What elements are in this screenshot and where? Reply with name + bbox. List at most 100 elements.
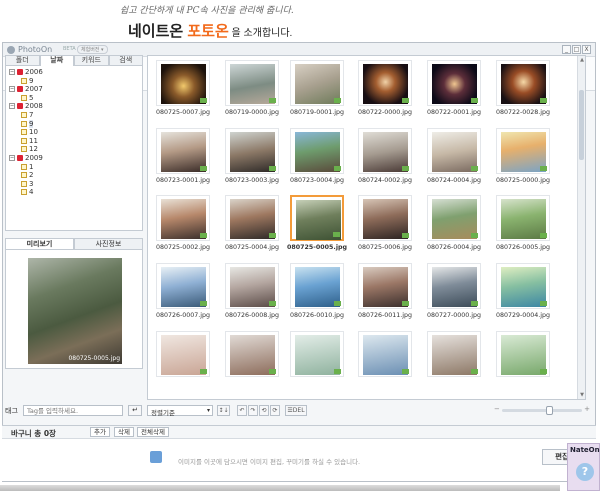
- preview-tab-1[interactable]: 사진정보: [74, 238, 143, 250]
- tree-month[interactable]: 12: [9, 145, 142, 154]
- basket-delete-button[interactable]: 삭제: [114, 427, 134, 437]
- tab-2[interactable]: 키워드: [74, 55, 109, 66]
- preview-image: [28, 258, 122, 364]
- sort-order-button[interactable]: ↕↓: [217, 405, 230, 416]
- tree-month[interactable]: 9: [9, 77, 142, 86]
- photo-thumbnail[interactable]: 080726-0005.jpg: [492, 195, 554, 261]
- photo-filename: 080725-0000.jpg: [495, 177, 551, 184]
- delete-button[interactable]: ☰DEL: [285, 405, 307, 416]
- photo-thumbnail[interactable]: 080719-0001.jpg: [286, 60, 348, 126]
- photo-thumbnail[interactable]: 080723-0003.jpg: [221, 128, 283, 194]
- basket-title: 바구니 총 0장: [11, 429, 56, 438]
- photo-thumbnail[interactable]: [286, 331, 348, 397]
- info-badge-icon: [269, 369, 276, 374]
- photo-filename: 080722-0001.jpg: [426, 109, 482, 116]
- tab-0[interactable]: 폴더: [5, 55, 40, 66]
- photo-thumbnail[interactable]: 080719-0000.jpg: [221, 60, 283, 126]
- tree-month[interactable]: 10: [9, 128, 142, 137]
- basket-clear-button[interactable]: 전체삭제: [137, 427, 169, 437]
- basket-add-button[interactable]: 추가: [90, 427, 110, 437]
- photo-thumbnail[interactable]: 080726-0007.jpg: [152, 263, 214, 329]
- photo-thumbnail[interactable]: 080722-0001.jpg: [423, 60, 485, 126]
- zoom-slider[interactable]: − +: [494, 405, 590, 415]
- undo-icon[interactable]: ⟲: [259, 405, 269, 416]
- expand-icon[interactable]: −: [9, 154, 15, 161]
- expand-icon[interactable]: −: [9, 69, 15, 75]
- tree-month[interactable]: 4: [9, 188, 142, 197]
- thumbnail-frame: [225, 128, 279, 174]
- photo-thumbnail[interactable]: 080725-0002.jpg: [152, 195, 214, 261]
- info-badge-icon: [333, 232, 340, 237]
- maximize-button[interactable]: □: [572, 45, 581, 54]
- tree-month[interactable]: 11: [9, 137, 142, 146]
- zoom-out-icon[interactable]: −: [494, 405, 500, 413]
- nateon-label: NateOn: [570, 446, 600, 454]
- photo-thumbnail[interactable]: 080729-0004.jpg: [492, 263, 554, 329]
- photo-thumbnail[interactable]: 080726-0010.jpg: [286, 263, 348, 329]
- tree-year[interactable]: − 2006: [9, 68, 142, 77]
- scroll-up-icon[interactable]: ▲: [578, 56, 585, 64]
- nateon-widget[interactable]: NateOn ?: [567, 443, 600, 491]
- grid-scrollbar[interactable]: ▲ ▼: [577, 56, 585, 399]
- photo-thumbnail[interactable]: 080726-0004.jpg: [423, 195, 485, 261]
- photo-thumbnail[interactable]: 080722-0000.jpg: [354, 60, 416, 126]
- tree-year[interactable]: − 2009: [9, 154, 142, 163]
- tag-input[interactable]: [23, 405, 123, 416]
- expand-icon[interactable]: −: [9, 86, 15, 93]
- zoom-knob[interactable]: [546, 406, 553, 415]
- sort-select[interactable]: 정렬기준 ▾: [147, 405, 213, 417]
- photo-thumbnail[interactable]: 080725-0006.jpg: [354, 195, 416, 261]
- tab-3[interactable]: 검색: [108, 55, 143, 66]
- preview-tab-0[interactable]: 미리보기: [5, 238, 74, 250]
- photo-thumbnail[interactable]: [492, 331, 554, 397]
- tree-month-label: 3: [29, 179, 34, 188]
- rotate-left-icon[interactable]: ↶: [237, 405, 247, 416]
- folder-icon: [21, 129, 27, 136]
- photo-thumbnail[interactable]: 080722-0028.jpg: [492, 60, 554, 126]
- photo-thumbnail[interactable]: [221, 331, 283, 397]
- photo-thumbnail[interactable]: 080725-0000.jpg: [492, 128, 554, 194]
- tree-month[interactable]: 5: [9, 94, 142, 103]
- photo-thumbnail[interactable]: 080725-0007.jpg: [152, 60, 214, 126]
- help-icon[interactable]: ?: [576, 463, 594, 481]
- photo-thumbnail[interactable]: 080726-0011.jpg: [354, 263, 416, 329]
- photo-thumbnail[interactable]: 080725-0004.jpg: [221, 195, 283, 261]
- thumbnail-frame: [427, 60, 481, 106]
- thumbnail-frame: [290, 60, 344, 106]
- photo-thumbnail[interactable]: 080727-0000.jpg: [423, 263, 485, 329]
- rotate-right-icon[interactable]: ↷: [248, 405, 258, 416]
- scroll-thumb[interactable]: [579, 90, 584, 160]
- tree-year-label: 2009: [25, 153, 43, 162]
- version-badge[interactable]: 체험버전 ▾: [77, 45, 108, 54]
- photo-thumbnail[interactable]: 080724-0004.jpg: [423, 128, 485, 194]
- photo-thumbnail[interactable]: 080725-0005.jpg: [286, 195, 348, 261]
- tag-enter-button[interactable]: ↵: [128, 405, 142, 416]
- tree-month[interactable]: 2: [9, 171, 142, 180]
- info-badge-icon: [402, 98, 409, 103]
- photo-thumbnail[interactable]: [423, 331, 485, 397]
- tree-year[interactable]: − 2008: [9, 102, 142, 111]
- expand-icon[interactable]: −: [9, 103, 15, 110]
- minimize-button[interactable]: _: [562, 45, 571, 54]
- info-badge-icon: [471, 166, 478, 171]
- photo-thumbnail[interactable]: [152, 331, 214, 397]
- tab-1[interactable]: 날짜: [39, 55, 74, 66]
- photo-thumbnail[interactable]: 080723-0001.jpg: [152, 128, 214, 194]
- tree-year-label: 2007: [25, 85, 43, 94]
- close-button[interactable]: X: [582, 45, 591, 54]
- basket-header: 바구니 총 0장 추가 삭제 전체삭제: [2, 426, 596, 439]
- tree-month[interactable]: 7: [9, 111, 142, 120]
- photo-filename: 080725-0006.jpg: [357, 244, 413, 251]
- scroll-down-icon[interactable]: ▼: [578, 391, 585, 399]
- photo-thumbnail[interactable]: [354, 331, 416, 397]
- photo-thumbnail[interactable]: 080723-0004.jpg: [286, 128, 348, 194]
- tree-month[interactable]: 1: [9, 163, 142, 172]
- zoom-in-icon[interactable]: +: [584, 405, 590, 413]
- photo-filename: 080725-0007.jpg: [155, 109, 211, 116]
- tree-month[interactable]: 9: [9, 119, 142, 129]
- photo-thumbnail[interactable]: 080726-0008.jpg: [221, 263, 283, 329]
- tree-month[interactable]: 3: [9, 180, 142, 189]
- photo-thumbnail[interactable]: 080724-0002.jpg: [354, 128, 416, 194]
- tree-year[interactable]: − 2007: [9, 85, 142, 94]
- redo-icon[interactable]: ⟳: [270, 405, 280, 416]
